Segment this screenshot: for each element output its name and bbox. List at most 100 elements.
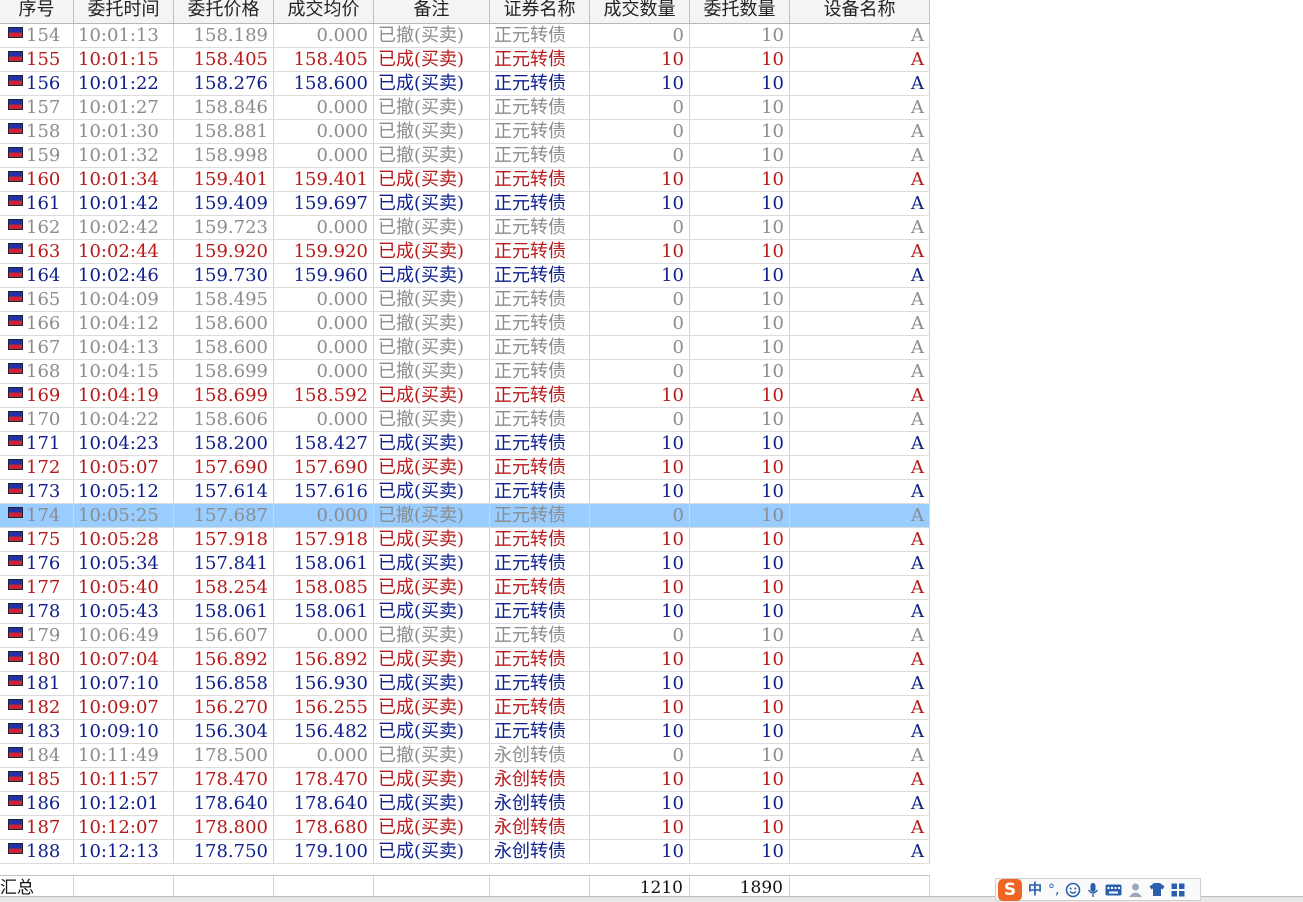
table-row[interactable]: 177 10:05:40 158.254 158.085 已成(买卖) 正元转债 10 10 A [0, 576, 930, 600]
skin-icon[interactable] [1149, 882, 1165, 897]
table-row[interactable]: 169 10:04:19 158.699 158.592 已成(买卖) 正元转债 10 10 A [0, 384, 930, 408]
mic-icon[interactable] [1087, 882, 1099, 898]
cell-time: 10:07:10 [74, 672, 174, 695]
col-header-note[interactable]: 备注 [374, 0, 490, 23]
cell-seq: 182 [0, 696, 74, 719]
cell-filled: 0 [590, 336, 690, 359]
cell-note: 已成(买卖) [374, 480, 490, 503]
cell-time: 10:01:13 [74, 24, 174, 47]
cell-time: 10:01:42 [74, 192, 174, 215]
ime-mode-toggle[interactable]: 中 [1028, 880, 1042, 900]
cell-filled: 10 [590, 48, 690, 71]
col-header-seq[interactable]: 序号 [0, 0, 74, 23]
cell-avg-price: 157.616 [274, 480, 374, 503]
cell-price: 158.189 [174, 24, 274, 47]
table-row[interactable]: 164 10:02:46 159.730 159.960 已成(买卖) 正元转债 10 10 A [0, 264, 930, 288]
cell-security: 正元转债 [490, 648, 590, 671]
cell-seq: 173 [0, 480, 74, 503]
table-row[interactable]: 159 10:01:32 158.998 0.000 已撤(买卖) 正元转债 0 10 A [0, 144, 930, 168]
keyboard-icon[interactable] [1105, 883, 1122, 897]
cell-filled: 0 [590, 216, 690, 239]
col-header-price[interactable]: 委托价格 [174, 0, 274, 23]
cell-qty: 10 [690, 600, 790, 623]
user-icon[interactable] [1128, 882, 1143, 898]
cell-seq: 183 [0, 720, 74, 743]
cell-time: 10:11:49 [74, 744, 174, 767]
cell-time: 10:11:57 [74, 768, 174, 791]
table-row[interactable]: 174 10:05:25 157.687 0.000 已撤(买卖) 正元转债 0 10 A [0, 504, 930, 528]
cell-filled: 10 [590, 648, 690, 671]
table-row[interactable]: 181 10:07:10 156.858 156.930 已成(买卖) 正元转债 10 10 A [0, 672, 930, 696]
table-row[interactable]: 175 10:05:28 157.918 157.918 已成(买卖) 正元转债 10 10 A [0, 528, 930, 552]
cell-seq: 164 [0, 264, 74, 287]
table-row[interactable]: 176 10:05:34 157.841 158.061 已成(买卖) 正元转债 10 10 A [0, 552, 930, 576]
table-row[interactable]: 172 10:05:07 157.690 157.690 已成(买卖) 正元转债 10 10 A [0, 456, 930, 480]
cell-security: 正元转债 [490, 432, 590, 455]
ime-toolbar[interactable]: S 中 °, [995, 878, 1201, 901]
cell-avg-price: 158.427 [274, 432, 374, 455]
table-row[interactable]: 156 10:01:22 158.276 158.600 已成(买卖) 正元转债 10 10 A [0, 72, 930, 96]
cell-time: 10:09:10 [74, 720, 174, 743]
punct-toggle[interactable]: °, [1048, 880, 1059, 900]
cell-security: 正元转债 [490, 600, 590, 623]
table-row[interactable]: 184 10:11:49 178.500 0.000 已撤(买卖) 永创转债 0 10 A [0, 744, 930, 768]
table-row[interactable]: 167 10:04:13 158.600 0.000 已撤(买卖) 正元转债 0 10 A [0, 336, 930, 360]
table-row[interactable]: 188 10:12:13 178.750 179.100 已成(买卖) 永创转债 10 10 A [0, 840, 930, 864]
col-header-device[interactable]: 设备名称 [790, 0, 930, 23]
table-row[interactable]: 183 10:09:10 156.304 156.482 已成(买卖) 正元转债 10 10 A [0, 720, 930, 744]
table-row[interactable]: 185 10:11:57 178.470 178.470 已成(买卖) 永创转债 10 10 A [0, 768, 930, 792]
cell-price: 158.276 [174, 72, 274, 95]
cell-security: 正元转债 [490, 528, 590, 551]
table-row[interactable]: 180 10:07:04 156.892 156.892 已成(买卖) 正元转债 10 10 A [0, 648, 930, 672]
cell-device: A [790, 144, 930, 167]
cell-seq: 163 [0, 240, 74, 263]
table-row[interactable]: 170 10:04:22 158.606 0.000 已撤(买卖) 正元转债 0 10 A [0, 408, 930, 432]
cell-seq: 161 [0, 192, 74, 215]
cell-qty: 10 [690, 120, 790, 143]
table-row[interactable]: 160 10:01:34 159.401 159.401 已成(买卖) 正元转债 10 10 A [0, 168, 930, 192]
cell-seq: 179 [0, 624, 74, 647]
table-row[interactable]: 186 10:12:01 178.640 178.640 已成(买卖) 永创转债 10 10 A [0, 792, 930, 816]
col-header-filled[interactable]: 成交数量 [590, 0, 690, 23]
emoji-icon[interactable] [1065, 882, 1081, 898]
cell-note: 已撤(买卖) [374, 624, 490, 647]
sogou-logo-icon[interactable]: S [998, 878, 1022, 901]
table-row[interactable]: 166 10:04:12 158.600 0.000 已撤(买卖) 正元转债 0 10 A [0, 312, 930, 336]
table-row[interactable]: 165 10:04:09 158.495 0.000 已撤(买卖) 正元转债 0 10 A [0, 288, 930, 312]
cell-seq: 170 [0, 408, 74, 431]
table-row[interactable]: 154 10:01:13 158.189 0.000 已撤(买卖) 正元转债 0 10 A [0, 24, 930, 48]
cell-note: 已成(买卖) [374, 768, 490, 791]
table-row[interactable]: 182 10:09:07 156.270 156.255 已成(买卖) 正元转债 10 10 A [0, 696, 930, 720]
table-row[interactable]: 173 10:05:12 157.614 157.616 已成(买卖) 正元转债 10 10 A [0, 480, 930, 504]
cell-price: 156.607 [174, 624, 274, 647]
cell-qty: 10 [690, 792, 790, 815]
table-row[interactable]: 155 10:01:15 158.405 158.405 已成(买卖) 正元转债 10 10 A [0, 48, 930, 72]
col-header-avg-price[interactable]: 成交均价 [274, 0, 374, 23]
cell-seq: 166 [0, 312, 74, 335]
table-row[interactable]: 187 10:12:07 178.800 178.680 已成(买卖) 永创转债 10 10 A [0, 816, 930, 840]
cell-seq: 160 [0, 168, 74, 191]
cell-security: 正元转债 [490, 552, 590, 575]
col-header-security[interactable]: 证券名称 [490, 0, 590, 23]
table-row[interactable]: 158 10:01:30 158.881 0.000 已撤(买卖) 正元转债 0 10 A [0, 120, 930, 144]
col-header-time[interactable]: 委托时间 [74, 0, 174, 23]
cell-note: 已撤(买卖) [374, 96, 490, 119]
cell-price: 178.800 [174, 816, 274, 839]
cell-note: 已撤(买卖) [374, 336, 490, 359]
table-row[interactable]: 157 10:01:27 158.846 0.000 已撤(买卖) 正元转债 0 10 A [0, 96, 930, 120]
grid-icon[interactable] [1171, 883, 1185, 897]
table-row[interactable]: 162 10:02:42 159.723 0.000 已撤(买卖) 正元转债 0 10 A [0, 216, 930, 240]
cell-note: 已成(买卖) [374, 792, 490, 815]
cell-avg-price: 178.680 [274, 816, 374, 839]
cell-security: 正元转债 [490, 456, 590, 479]
cell-avg-price: 158.405 [274, 48, 374, 71]
cell-filled: 10 [590, 768, 690, 791]
table-row[interactable]: 161 10:01:42 159.409 159.697 已成(买卖) 正元转债 10 10 A [0, 192, 930, 216]
table-row[interactable]: 179 10:06:49 156.607 0.000 已撤(买卖) 正元转债 0 10 A [0, 624, 930, 648]
col-header-qty[interactable]: 委托数量 [690, 0, 790, 23]
table-row[interactable]: 171 10:04:23 158.200 158.427 已成(买卖) 正元转债 10 10 A [0, 432, 930, 456]
table-row[interactable]: 163 10:02:44 159.920 159.920 已成(买卖) 正元转债 10 10 A [0, 240, 930, 264]
table-row[interactable]: 178 10:05:43 158.061 158.061 已成(买卖) 正元转债 10 10 A [0, 600, 930, 624]
table-row[interactable]: 168 10:04:15 158.699 0.000 已撤(买卖) 正元转债 0 10 A [0, 360, 930, 384]
cell-price: 158.600 [174, 336, 274, 359]
